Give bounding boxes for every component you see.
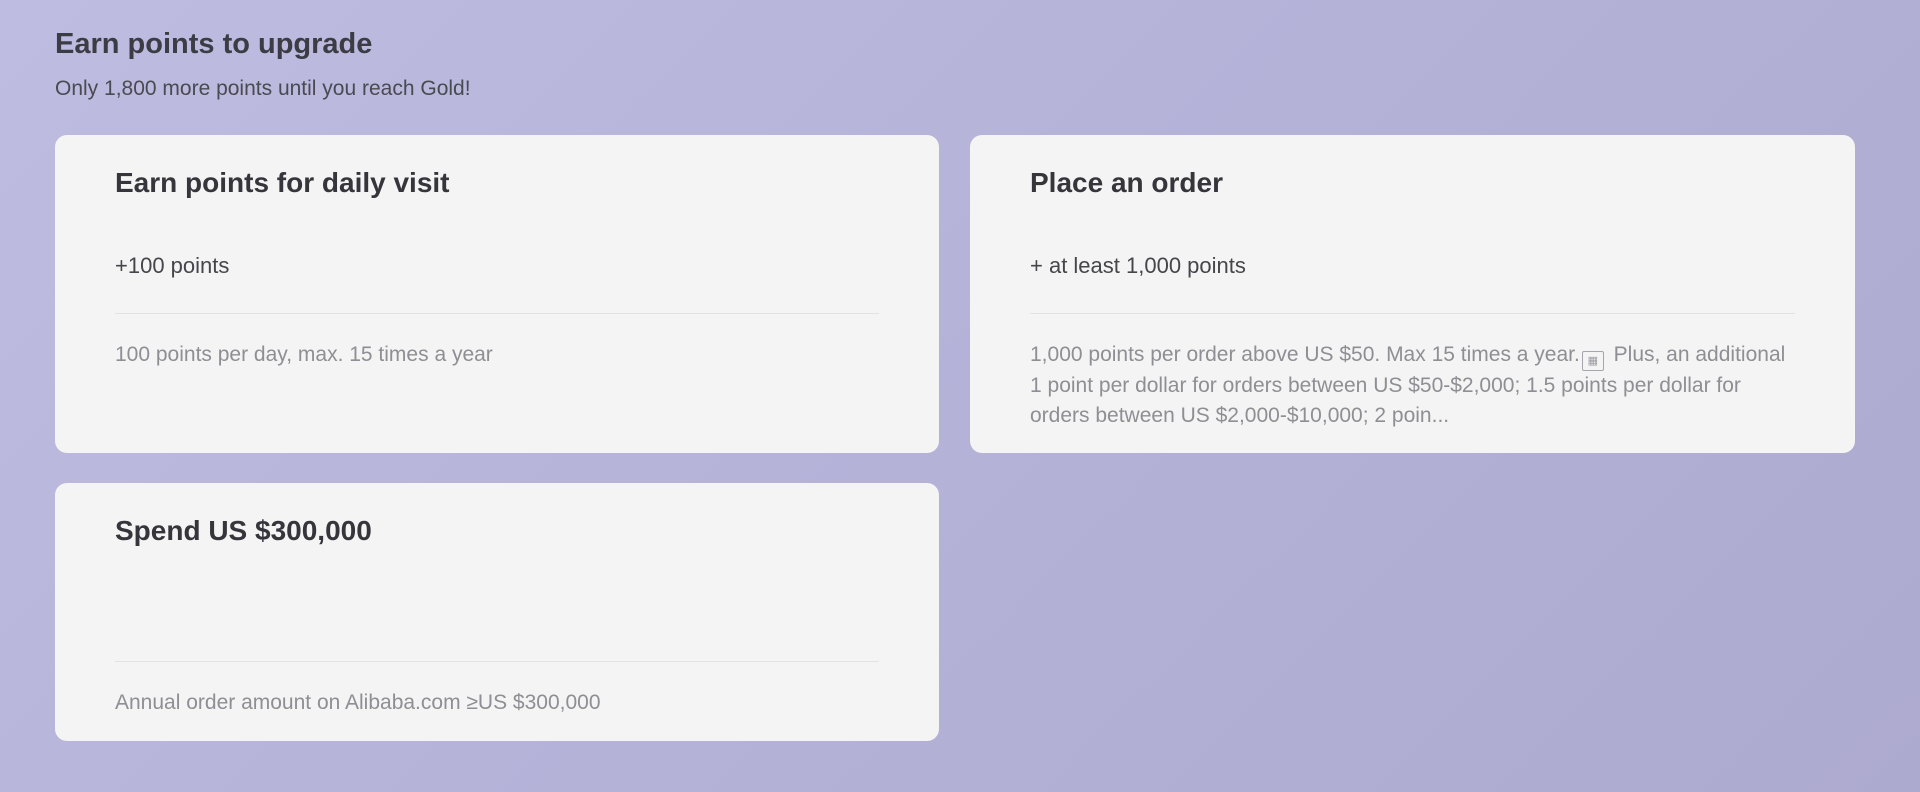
card-divider (115, 661, 879, 662)
card-title: Place an order (1030, 167, 1223, 198)
place-order-card[interactable]: Place an order + at least 1,000 points 1… (970, 135, 1855, 453)
upgrade-points-section: Earn points to upgrade Only 1,800 more p… (55, 0, 1865, 792)
card-description: 1,000 points per order above US $50. Max… (1030, 340, 1795, 430)
card-divider (1030, 313, 1795, 314)
card-points: + at least 1,000 points (1030, 253, 1246, 278)
card-divider (115, 313, 879, 314)
card-description: Annual order amount on Alibaba.com ≥US $… (115, 691, 601, 714)
image-placeholder-icon: ▦ (1581, 351, 1604, 371)
card-title: Earn points for daily visit (115, 167, 450, 198)
card-title: Spend US $300,000 (115, 515, 372, 546)
card-points: +100 points (115, 253, 230, 278)
card-description-part1: 1,000 points per order above US $50. Max… (1030, 343, 1580, 366)
card-description: 100 points per day, max. 15 times a year (115, 343, 493, 366)
daily-visit-card[interactable]: Earn points for daily visit +100 points … (55, 135, 939, 453)
section-title: Earn points to upgrade (55, 28, 373, 60)
spend-amount-card[interactable]: Spend US $300,000 Annual order amount on… (55, 483, 939, 741)
section-subtitle: Only 1,800 more points until you reach G… (55, 77, 471, 100)
